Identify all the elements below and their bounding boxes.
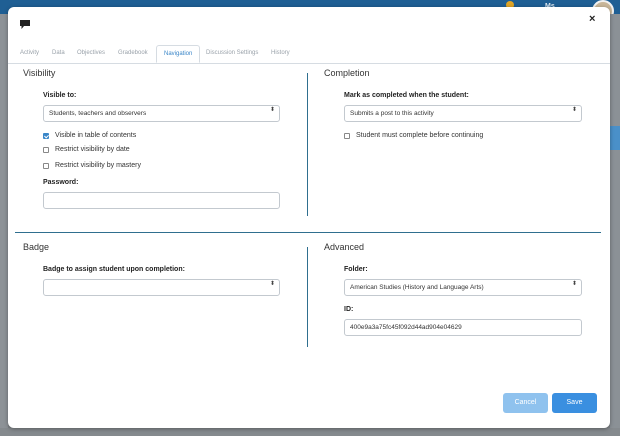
must-complete-label: Student must complete before continuing <box>356 132 484 139</box>
select-caret-icon: ⬍ <box>269 281 275 287</box>
close-button[interactable]: × <box>589 13 595 25</box>
tab-bar: Activity Data Objectives Gradebook Navig… <box>8 45 610 64</box>
restrict-by-mastery-checkbox[interactable]: Restrict visibility by mastery <box>43 162 141 169</box>
mark-completed-label: Mark as completed when the student: <box>344 92 469 99</box>
id-label: ID: <box>344 306 354 313</box>
tab-data[interactable]: Data <box>52 50 65 56</box>
folder-label: Folder: <box>344 266 368 273</box>
tab-history[interactable]: History <box>271 50 290 56</box>
column-divider <box>307 73 308 216</box>
tab-gradebook[interactable]: Gradebook <box>118 50 148 56</box>
visibility-heading: Visibility <box>23 68 56 78</box>
id-field[interactable]: 400e9a3a75fc45f092d44ad904e04629 <box>344 319 582 336</box>
select-caret-icon: ⬍ <box>571 107 577 113</box>
restrict-by-date-checkbox[interactable]: Restrict visibility by date <box>43 146 130 153</box>
checkbox-icon <box>43 162 49 169</box>
visible-to-select[interactable]: Students, teachers and observers ⬍ <box>43 105 280 122</box>
restrict-by-mastery-label: Restrict visibility by mastery <box>55 162 141 169</box>
password-input[interactable] <box>43 192 280 209</box>
save-button[interactable]: Save <box>552 393 597 413</box>
restrict-by-date-label: Restrict visibility by date <box>55 146 130 153</box>
visible-to-value: Students, teachers and observers <box>49 110 147 117</box>
advanced-heading: Advanced <box>324 242 365 252</box>
mark-completed-value: Submits a post to this activity <box>350 110 434 117</box>
checkbox-checked-icon <box>43 132 49 139</box>
folder-select[interactable]: American Studies (History and Language A… <box>344 279 582 296</box>
badge-heading: Badge <box>23 242 50 252</box>
activity-settings-modal: × Activity Data Objectives Gradebook Nav… <box>8 7 610 428</box>
visible-to-label: Visible to: <box>43 92 77 99</box>
tab-activity[interactable]: Activity <box>20 50 39 56</box>
folder-value: American Studies (History and Language A… <box>350 284 484 291</box>
app-right-background <box>610 14 620 436</box>
visible-in-toc-checkbox[interactable]: Visible in table of contents <box>43 132 136 139</box>
select-caret-icon: ⬍ <box>571 281 577 287</box>
tab-objectives[interactable]: Objectives <box>77 50 105 56</box>
password-label: Password: <box>43 179 79 186</box>
badge-select[interactable]: ⬍ <box>43 279 280 296</box>
cancel-button[interactable]: Cancel <box>503 393 548 413</box>
must-complete-checkbox[interactable]: Student must complete before continuing <box>344 132 483 139</box>
background-button <box>610 126 620 150</box>
visible-in-toc-label: Visible in table of contents <box>55 132 137 139</box>
tab-discussion-settings[interactable]: Discussion Settings <box>206 50 258 56</box>
app-left-background <box>0 14 8 436</box>
column-divider <box>307 247 308 347</box>
discussion-icon <box>20 20 30 29</box>
checkbox-icon <box>43 146 49 153</box>
app-bottom-background <box>0 428 620 436</box>
tab-navigation[interactable]: Navigation <box>156 45 201 63</box>
badge-assign-label: Badge to assign student upon completion: <box>43 266 185 273</box>
completion-heading: Completion <box>324 68 370 78</box>
section-divider <box>15 232 601 233</box>
checkbox-icon <box>344 132 350 139</box>
mark-completed-select[interactable]: Submits a post to this activity ⬍ <box>344 105 582 122</box>
select-caret-icon: ⬍ <box>269 107 275 113</box>
